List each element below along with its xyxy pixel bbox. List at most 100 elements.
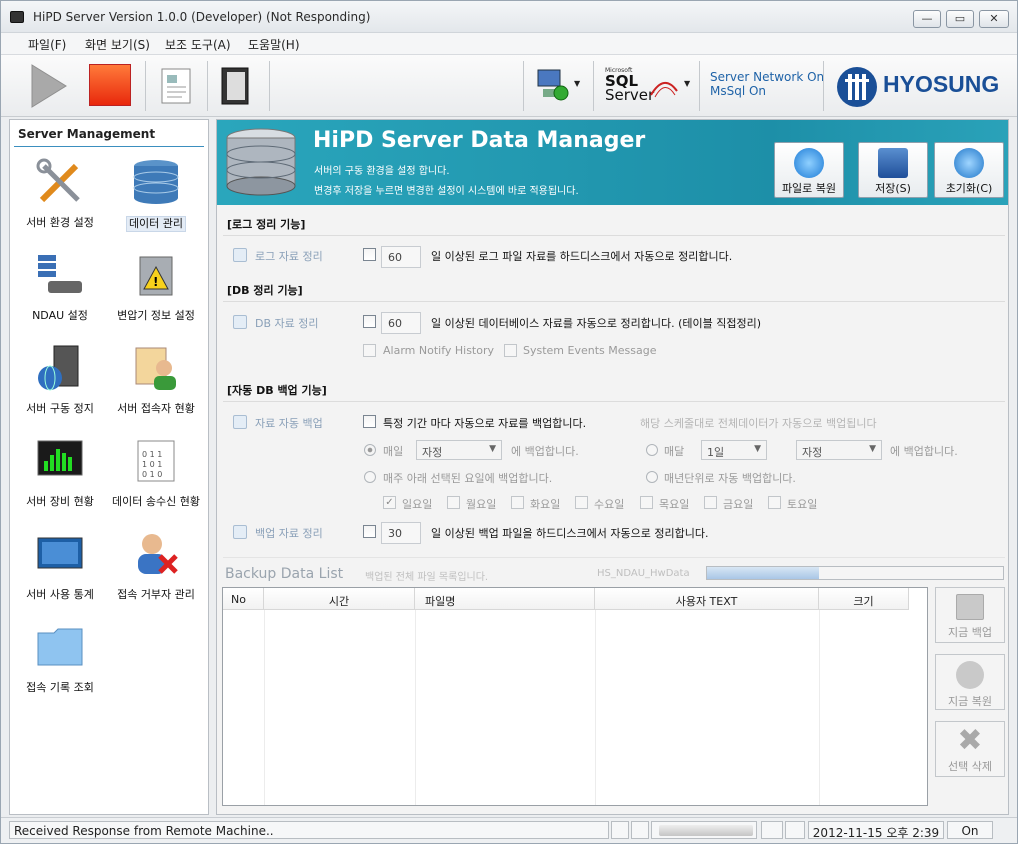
sidebar-item-label: 접속 거부자 관리 — [117, 588, 195, 601]
app-window: HiPD Server Version 1.0.0 (Developer) (N… — [0, 0, 1018, 844]
yearly-radio[interactable] — [646, 471, 658, 483]
maximize-button[interactable]: ▭ — [946, 10, 974, 28]
sidebar-item-label: 서버 장비 현황 — [26, 495, 94, 508]
backup-list-subtitle: 백업된 전체 파일 목록입니다. — [365, 572, 489, 583]
delete-selected-button[interactable]: ✖ 선택 삭제 — [935, 721, 1005, 777]
column-header[interactable]: 사용자 TEXT — [595, 588, 819, 610]
friday-checkbox[interactable] — [704, 496, 717, 509]
start-icon[interactable] — [29, 63, 69, 109]
log-days-input[interactable]: 60 — [381, 246, 421, 268]
alarm-history-label: Alarm Notify History — [383, 344, 495, 357]
menu-help[interactable]: 도움말(H) — [248, 36, 300, 53]
weekly-label: 매주 아래 선택된 요일에 백업합니다. — [383, 472, 553, 485]
select-value: 자정 — [422, 446, 443, 459]
doc-icon — [233, 415, 247, 429]
restore-from-file-button[interactable]: 파일로 복원 — [774, 142, 844, 198]
user-list-icon — [135, 347, 176, 390]
notebook-icon[interactable] — [219, 66, 253, 108]
backup-now-button[interactable]: 지금 백업 — [935, 587, 1005, 643]
backup-clean-checkbox[interactable] — [363, 525, 376, 538]
restore-now-button[interactable]: 지금 복원 — [935, 654, 1005, 710]
button-label: 선택 삭제 — [948, 760, 992, 773]
sidebar-item-statistics[interactable]: 서버 사용 통계 — [12, 530, 108, 602]
reset-button[interactable]: 초기화(C) — [934, 142, 1004, 198]
document-icon[interactable] — [158, 65, 196, 107]
log-clean-checkbox[interactable] — [363, 248, 376, 261]
close-button[interactable]: ✕ — [979, 10, 1009, 28]
monitor-chart-icon — [37, 440, 83, 476]
stop-icon[interactable] — [89, 64, 131, 106]
auto-backup-checkbox[interactable] — [363, 415, 376, 428]
backup-clean-description: 일 이상된 백업 파일을 하드디스크에서 자동으로 정리합니다. — [431, 527, 709, 540]
column-header[interactable]: 파일명 — [415, 588, 595, 610]
sunday-checkbox[interactable]: ✓ — [383, 496, 396, 509]
minimize-button[interactable]: — — [913, 10, 941, 28]
backup-progress-bar — [706, 566, 1004, 580]
day-label: 목요일 — [659, 498, 690, 511]
sidebar-item-label: 서버 구동 정지 — [26, 402, 94, 415]
alarm-history-checkbox[interactable] — [363, 344, 376, 357]
monthly-time-select[interactable]: 자정 ▼ — [796, 440, 882, 460]
network-icon[interactable] — [535, 67, 571, 103]
sidebar-item-transformer[interactable]: ! 변압기 정보 설정 — [108, 251, 204, 323]
tools-icon — [36, 158, 80, 203]
sidebar-item-access-log[interactable]: 접속 기록 조회 — [12, 623, 108, 695]
weekly-radio[interactable] — [364, 471, 376, 483]
day-label: 일요일 — [402, 498, 433, 511]
sidebar-item-server-stop[interactable]: 서버 구동 정지 — [12, 344, 108, 416]
sidebar-item-ndau-settings[interactable]: NDAU 설정 — [12, 251, 108, 323]
sidebar-item-connected-users[interactable]: 서버 접속자 현황 — [108, 344, 204, 416]
floppy-icon — [956, 594, 984, 620]
backup-days-input[interactable]: 30 — [381, 522, 421, 544]
status-datetime: 2012-11-15 오후 2:39 — [808, 821, 944, 840]
banner: HiPD Server Data Manager 서버의 구동 환경을 설정 합… — [217, 120, 1008, 205]
title-bar: HiPD Server Version 1.0.0 (Developer) (N… — [1, 1, 1017, 33]
system-events-checkbox[interactable] — [504, 344, 517, 357]
button-label: 파일로 복원 — [781, 182, 837, 195]
day-label: 화요일 — [530, 498, 561, 511]
day-label: 토요일 — [787, 498, 818, 511]
status-pane — [761, 821, 783, 839]
sidebar-item-blocked-users[interactable]: 접속 거부자 관리 — [108, 530, 204, 602]
sidebar-item-transfer-status[interactable]: 0 1 11 0 10 1 0 데이터 송수신 현황 — [108, 437, 204, 509]
folder-icon — [37, 628, 83, 666]
db-clean-checkbox[interactable] — [363, 315, 376, 328]
monthly-day-select[interactable]: 1일 ▼ — [701, 440, 767, 460]
sql-server-logo[interactable]: Microsoft SQL Server — [605, 67, 680, 109]
db-days-input[interactable]: 60 — [381, 312, 421, 334]
daily-time-select[interactable]: 자정 ▼ — [416, 440, 502, 460]
monday-checkbox[interactable] — [447, 496, 460, 509]
floppy-icon — [878, 148, 908, 178]
auto-backup-hint: 해당 스케줄대로 전체데이터가 자동으로 백업됩니다 — [640, 417, 877, 430]
wednesday-checkbox[interactable] — [575, 496, 588, 509]
auto-backup-description: 특정 기간 마다 자동으로 자료를 백업합니다. — [383, 417, 587, 430]
sidebar-item-data-management[interactable]: 데이터 관리 — [108, 158, 204, 232]
svg-text:0 1 1: 0 1 1 — [142, 450, 162, 459]
menu-view[interactable]: 화면 보기(S) — [85, 36, 150, 53]
thursday-checkbox[interactable] — [640, 496, 653, 509]
backup-section-header: [자동 DB 백업 기능] — [227, 384, 327, 397]
backup-data-table[interactable]: No 시간 파일명 사용자 TEXT 크기 — [222, 587, 928, 806]
sidebar-item-server-settings[interactable]: 서버 환경 설정 — [12, 158, 108, 230]
doc-icon — [233, 248, 247, 262]
saturday-checkbox[interactable] — [768, 496, 781, 509]
mssql-status: MsSql On — [710, 84, 767, 98]
refresh-icon — [956, 661, 984, 689]
menu-file[interactable]: 파일(F) — [28, 36, 66, 53]
main-panel: HiPD Server Data Manager 서버의 구동 환경을 설정 합… — [216, 119, 1009, 815]
menu-tools[interactable]: 보조 도구(A) — [165, 36, 231, 53]
day-label: 수요일 — [594, 498, 625, 511]
monthly-label: 매달 — [664, 445, 685, 458]
daily-radio[interactable] — [364, 444, 376, 456]
monthly-radio[interactable] — [646, 444, 658, 456]
network-dropdown-icon[interactable]: ▼ — [574, 79, 580, 88]
sql-dropdown-icon[interactable]: ▼ — [684, 79, 690, 88]
sidebar-item-equipment[interactable]: 서버 장비 현황 — [12, 437, 108, 509]
column-header[interactable]: 크기 — [819, 588, 909, 610]
save-button[interactable]: 저장(S) — [858, 142, 928, 198]
tuesday-checkbox[interactable] — [511, 496, 524, 509]
doc-icon — [233, 315, 247, 329]
system-events-label: System Events Message — [523, 344, 657, 357]
column-header[interactable]: 시간 — [264, 588, 415, 610]
column-header[interactable]: No — [223, 588, 264, 610]
